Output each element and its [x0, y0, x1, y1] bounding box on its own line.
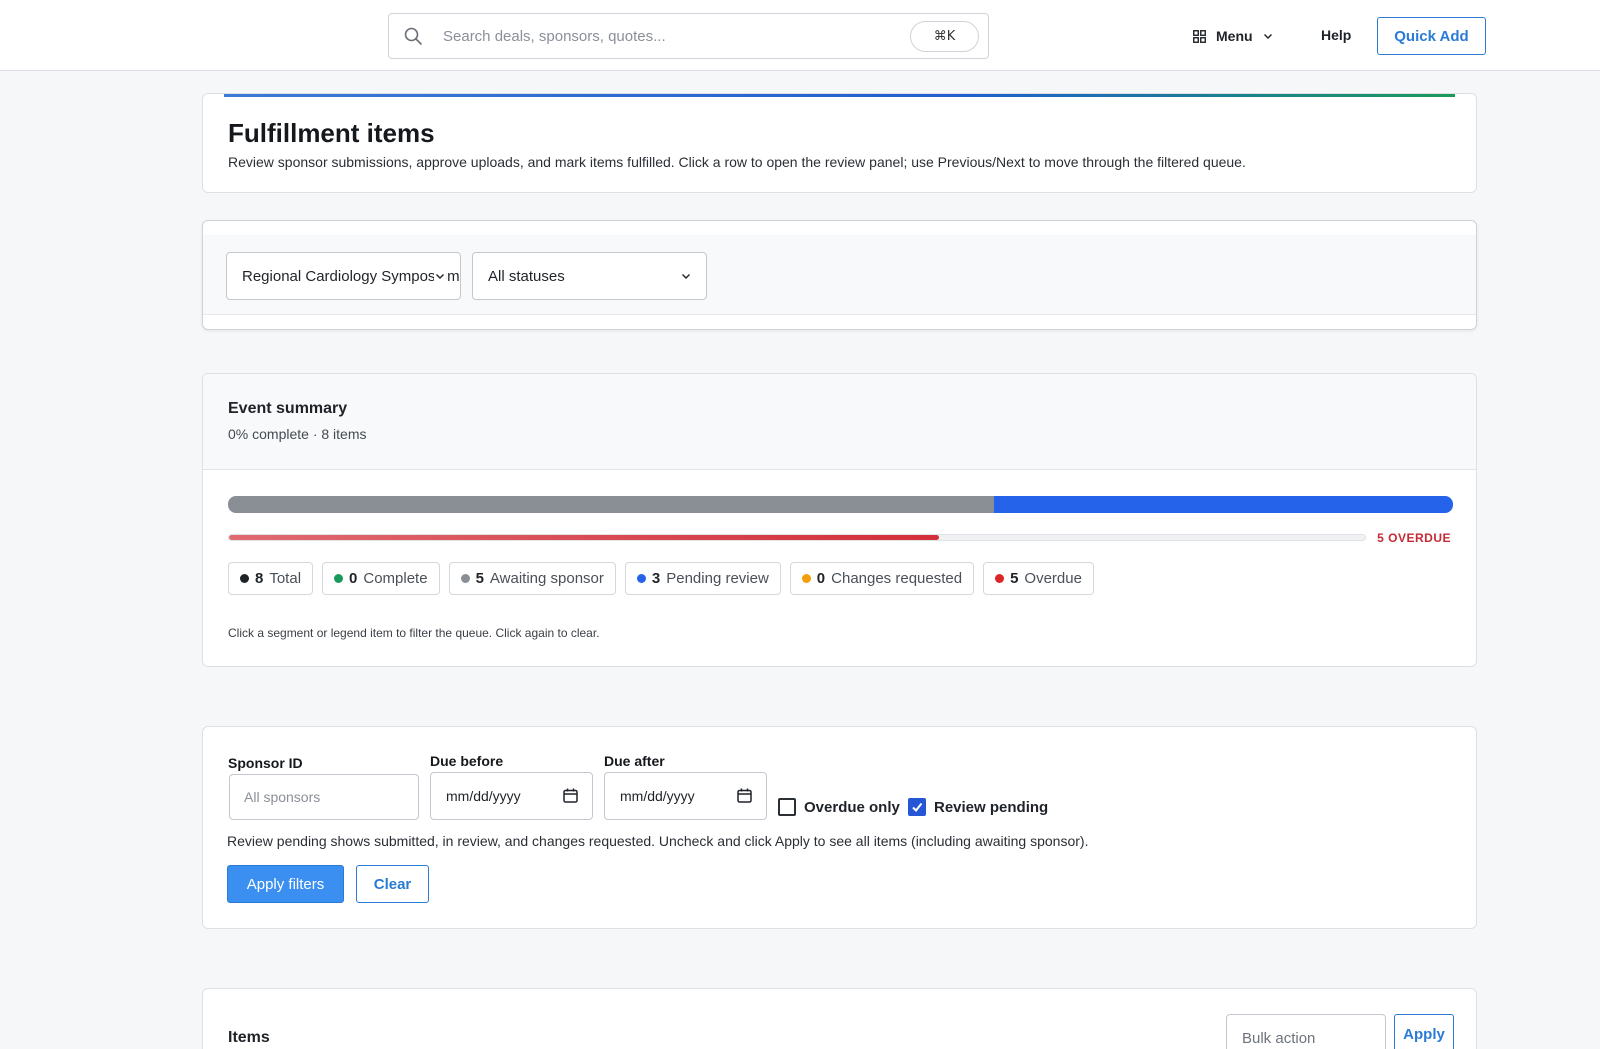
legend-dot — [240, 574, 249, 583]
summary-subtitle: 0% complete · 8 items — [228, 426, 367, 442]
menu-button[interactable]: Menu — [1193, 22, 1273, 50]
legend-label: Overdue — [1024, 570, 1082, 587]
due-before-input[interactable]: mm/dd/yyyy — [430, 772, 593, 820]
due-before-value: mm/dd/yyyy — [446, 788, 521, 804]
legend-label: Pending review — [666, 570, 769, 587]
legend-count: 8 — [255, 570, 264, 587]
legend-label: Total — [269, 570, 302, 587]
due-before-label: Due before — [430, 753, 504, 769]
status-progress-bar[interactable] — [228, 496, 1453, 513]
legend-count: 0 — [816, 570, 826, 587]
review-pending-checkbox[interactable]: Review pending — [908, 798, 1048, 816]
due-after-label: Due after — [604, 753, 665, 769]
bulk-action-select[interactable] — [1226, 1014, 1386, 1049]
checkmark-icon — [912, 802, 923, 813]
search-input[interactable] — [443, 22, 883, 50]
calendar-icon[interactable] — [737, 788, 752, 803]
page-header-card: Fulfillment items Review sponsor submiss… — [202, 93, 1477, 193]
status-select-value: All statuses — [488, 267, 565, 285]
legend-count: 5 — [1010, 570, 1019, 587]
bulk-apply-button[interactable]: Apply — [1394, 1014, 1454, 1049]
sponsor-id-label: Sponsor ID — [228, 755, 303, 771]
legend-dot — [995, 574, 1005, 583]
review-pending-note: Review pending shows submitted, in revie… — [227, 833, 1089, 849]
legend-count: 5 — [475, 570, 484, 587]
legend-dot — [636, 574, 646, 583]
page-title: Fulfillment items — [228, 118, 435, 148]
progress-segment-awaiting-sponsor[interactable] — [228, 496, 994, 513]
event-summary-card: Event summary 0% complete · 8 items 5 OV… — [202, 373, 1477, 667]
overdue-only-checkbox[interactable]: Overdue only — [778, 798, 900, 816]
legend-count: 0 — [349, 570, 358, 587]
legend-item-total[interactable]: 8 Total — [228, 562, 314, 595]
event-select-value: Regional Cardiology Symposium — [242, 267, 460, 285]
legend-item-changes-requested[interactable]: 0 Changes requested — [789, 562, 975, 595]
legend-label: Awaiting sponsor — [489, 570, 604, 587]
overdue-progress-fill — [229, 535, 939, 540]
overdue-progress-track — [228, 534, 1366, 541]
overdue-only-label: Overdue only — [804, 798, 900, 816]
chevron-down-icon — [680, 270, 692, 282]
legend-dot — [460, 574, 470, 583]
legend-label: Complete — [363, 570, 428, 587]
clear-filters-button[interactable]: Clear — [356, 865, 429, 903]
legend-dot — [334, 574, 344, 583]
items-card: Items Apply — [202, 988, 1477, 1049]
chevron-down-icon — [1263, 34, 1272, 39]
summary-hint: Click a segment or legend item to filter… — [228, 626, 600, 640]
header-accent-bar — [224, 94, 1455, 97]
top-navigation-bar: ⌘K Menu Help Quick Add — [0, 0, 1600, 71]
page-description: Review sponsor submissions, approve uplo… — [228, 154, 1246, 170]
global-search[interactable]: ⌘K — [388, 13, 989, 59]
menu-label: Menu — [1216, 28, 1253, 44]
review-pending-label: Review pending — [934, 798, 1049, 816]
legend-item-awaiting-sponsor[interactable]: 5 Awaiting sponsor — [448, 562, 616, 595]
legend-label: Changes requested — [831, 570, 963, 587]
checkbox-box[interactable] — [778, 798, 796, 816]
legend-dot — [801, 574, 811, 583]
sponsor-id-input[interactable] — [229, 774, 419, 820]
help-link[interactable]: Help — [1321, 27, 1351, 43]
legend-item-overdue[interactable]: 5 Overdue — [983, 562, 1094, 595]
due-after-input[interactable]: mm/dd/yyyy — [604, 772, 767, 820]
chevron-down-icon — [434, 270, 446, 282]
progress-segment-pending-review[interactable] — [993, 496, 1453, 513]
legend-count: 3 — [651, 570, 661, 587]
calendar-icon[interactable] — [563, 788, 578, 803]
apply-filters-button[interactable]: Apply filters — [227, 865, 344, 903]
due-after-value: mm/dd/yyyy — [620, 788, 695, 804]
event-filter-card: Regional Cardiology Symposium All status… — [202, 220, 1477, 330]
overdue-count-label: 5 OVERDUE — [1377, 531, 1451, 545]
items-title: Items — [228, 1029, 270, 1046]
search-shortcut-badge[interactable]: ⌘K — [910, 21, 979, 52]
legend-item-complete[interactable]: 0 Complete — [322, 562, 440, 595]
search-icon — [404, 27, 422, 45]
checkbox-box[interactable] — [908, 798, 926, 816]
summary-header — [203, 374, 1476, 470]
legend-item-pending-review[interactable]: 3 Pending review — [624, 562, 781, 595]
grid-icon — [1193, 29, 1206, 43]
status-legend: 8 Total 0 Complete 5 Awaiting sponsor 3 … — [228, 562, 1094, 595]
status-select[interactable]: All statuses — [472, 252, 707, 300]
summary-title: Event summary — [228, 400, 348, 417]
quick-add-button[interactable]: Quick Add — [1377, 17, 1486, 55]
event-select[interactable]: Regional Cardiology Symposium — [226, 252, 461, 300]
